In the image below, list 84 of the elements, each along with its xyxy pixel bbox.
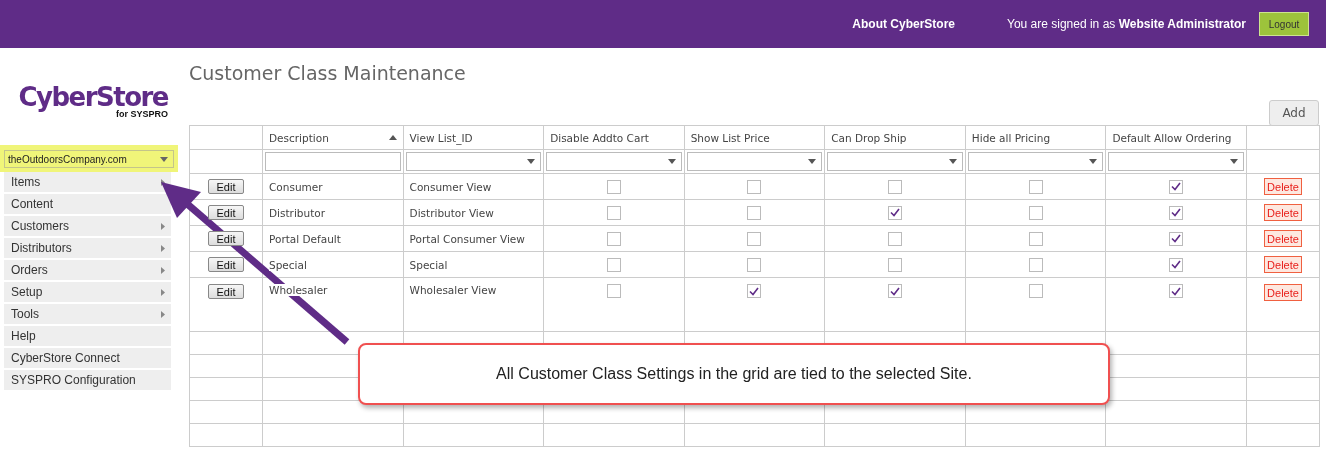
checkbox[interactable] [1169,284,1184,298]
table-cell: Special [269,258,307,271]
checkbox[interactable] [1169,179,1184,194]
column-header[interactable]: Hide all Pricing [965,125,1106,150]
column-header[interactable]: Default Allow Ordering [1105,125,1247,150]
edit-button[interactable]: Edit [208,179,244,194]
caret-icon [1230,159,1238,164]
checkbox[interactable] [888,205,903,220]
checkbox[interactable] [1028,257,1043,272]
sidebar-item[interactable]: Tools [4,304,171,324]
logo: CyberStore for SYSPRO [17,82,168,121]
sidebar-item[interactable]: Distributors [4,238,171,258]
sidebar-item[interactable]: Setup [4,282,171,302]
table-cell: Portal Default [269,232,341,245]
table-cell: Wholesaler View [409,284,497,296]
edit-button[interactable]: Edit [208,231,244,246]
page-title: Customer Class Maintenance [189,62,467,86]
checkbox[interactable] [747,179,762,194]
filter-dropdown[interactable] [405,152,542,171]
column-header[interactable]: View List_ID [403,125,544,150]
filter-dropdown[interactable] [827,152,963,171]
table-cell: Consumer [269,180,323,193]
column-header[interactable]: Description [262,125,404,150]
delete-button[interactable]: Delete [1264,230,1302,247]
filter-dropdown[interactable] [546,152,682,171]
add-button[interactable]: Add [1269,100,1319,126]
delete-button[interactable]: Delete [1264,284,1302,301]
checkbox[interactable] [888,284,903,298]
column-header[interactable]: Disable Addto Cart [543,125,685,150]
caret-icon [808,159,817,164]
edit-button[interactable]: Edit [208,257,244,272]
checkbox[interactable] [1169,205,1184,220]
delete-button[interactable]: Delete [1264,204,1302,221]
table-cell: Wholesaler [269,284,328,296]
edit-button[interactable]: Edit [208,205,244,220]
caret-icon [1089,159,1098,164]
checkbox[interactable] [1169,231,1184,246]
callout: All Customer Class Settings in the grid are tied to the selected Site. [358,343,1110,405]
checkbox[interactable] [1169,257,1184,272]
checkbox[interactable] [1028,179,1043,194]
checkbox[interactable] [1028,284,1043,298]
caret-icon [948,159,957,164]
column-header[interactable]: Can Drop Ship [824,125,966,150]
checkbox[interactable] [747,257,762,272]
checkbox[interactable] [606,179,621,194]
site-dropdown[interactable]: theOutdoorsCompany.com [4,150,174,168]
logout-button[interactable]: Logout [1259,12,1309,36]
about-link[interactable]: About CyberStore [852,17,955,31]
table-cell: Distributor View [409,206,494,219]
filter-dropdown[interactable] [967,152,1104,171]
caret-icon [667,159,676,164]
checkbox[interactable] [888,257,903,272]
sidebar-item[interactable]: Help [4,326,171,346]
checkbox[interactable] [747,205,762,220]
filter-dropdown[interactable] [686,152,823,171]
table-cell: Distributor [269,206,325,219]
checkbox[interactable] [888,179,903,194]
sidebar-item[interactable]: Content [4,194,171,214]
sidebar-item[interactable]: SYSPRO Configuration [4,370,171,390]
caret-icon [527,159,536,164]
caret-icon [160,156,168,162]
sidebar-item[interactable]: CyberStore Connect [4,348,171,368]
table-cell: Special [409,258,448,271]
sidebar-item[interactable]: Customers [4,216,171,236]
filter-dropdown[interactable] [1108,152,1244,171]
edit-button[interactable]: Edit [208,284,244,299]
table-cell: Consumer View [409,180,492,193]
checkbox[interactable] [606,284,621,298]
checkbox[interactable] [888,231,903,246]
sidebar-item[interactable]: Items [4,172,171,192]
delete-button[interactable]: Delete [1264,178,1302,195]
filter-field[interactable] [265,152,401,171]
table-cell: Portal Consumer View [409,232,525,245]
delete-button[interactable]: Delete [1264,256,1302,273]
checkbox[interactable] [606,205,621,220]
checkbox[interactable] [606,231,621,246]
column-header[interactable]: Show List Price [684,125,825,150]
sidebar-item[interactable]: Orders [4,260,171,280]
checkbox[interactable] [747,284,762,298]
signed-in-text: You are signed in as Website Administrator [1007,17,1246,31]
checkbox[interactable] [1028,231,1043,246]
checkbox[interactable] [747,231,762,246]
checkbox[interactable] [1028,205,1043,220]
checkbox[interactable] [606,257,621,272]
